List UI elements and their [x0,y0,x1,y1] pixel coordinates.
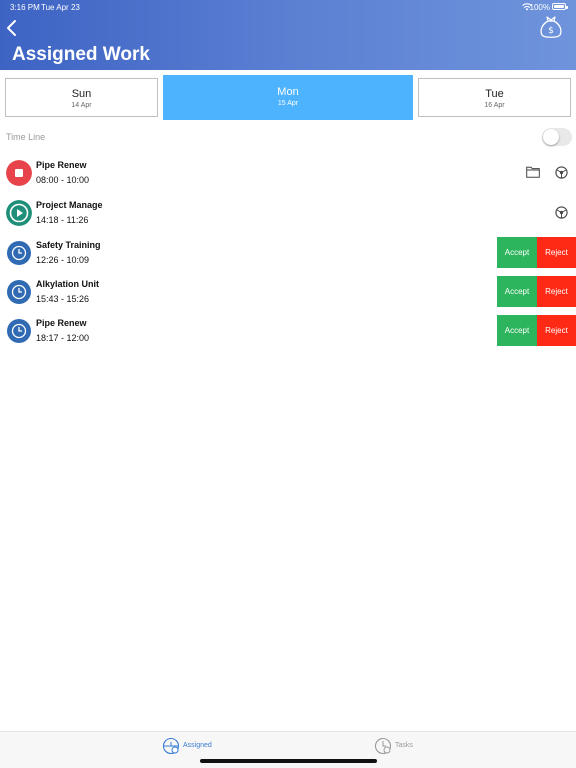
tab-label: Assigned [183,742,212,749]
task-name: Pipe Renew [36,318,87,328]
day-name: Tue [485,88,504,100]
tasks-clock-icon [374,737,392,755]
task-name: Alkylation Unit [36,279,100,289]
assigned-clock-icon [162,737,180,755]
day-tab-tue[interactable]: Tue 16 Apr [418,78,571,117]
gear-icon[interactable] [555,206,568,219]
reject-button[interactable]: Reject [537,276,576,307]
task-name: Safety Training [36,240,101,250]
battery-percent: 100% [529,3,550,12]
battery-icon [552,3,568,10]
timeline-label: Time Line [6,132,46,142]
status-date: Tue Apr 23 [41,3,80,12]
clock-icon [7,319,31,343]
accept-button[interactable]: Accept [497,315,537,346]
task-row[interactable]: Safety Training 12:26 - 10:09 Accept Rej… [0,237,576,269]
reject-button[interactable]: Reject [537,315,576,346]
money-bag-icon[interactable]: $ [538,14,564,40]
task-name: Project Manage [36,200,103,210]
accept-button[interactable]: Accept [497,237,537,268]
clock-icon [7,241,31,265]
header-bar: 3:16 PM Tue Apr 23 100% Assigned Work $ [0,0,576,70]
reject-button[interactable]: Reject [537,237,576,268]
accept-button[interactable]: Accept [497,276,537,307]
toggle-knob [543,129,559,145]
day-name: Mon [277,86,299,98]
day-selector: Sun 14 Apr Mon 15 Apr Tue 16 Apr [0,75,576,121]
day-name: Sun [71,88,92,100]
task-time: 15:43 - 15:26 [36,294,90,304]
gear-icon[interactable] [555,166,568,179]
task-row[interactable]: Pipe Renew 18:17 - 12:00 Accept Reject [0,315,576,347]
task-time: 12:26 - 10:09 [36,255,90,265]
tab-assigned[interactable]: Assigned [162,737,222,757]
chevron-left-icon[interactable] [4,18,20,38]
task-time: 18:17 - 12:00 [36,333,90,343]
day-tab-mon[interactable]: Mon 15 Apr [163,75,413,120]
day-date: 16 Apr [484,102,505,109]
tab-tasks[interactable]: Tasks [374,737,424,757]
task-row[interactable]: Project Manage 14:18 - 11:26 [0,197,576,229]
stop-icon[interactable] [6,160,32,186]
task-row[interactable]: Alkylation Unit 15:43 - 15:26 Accept Rej… [0,276,576,308]
timeline-toggle[interactable] [542,128,572,146]
svg-text:$: $ [548,26,554,36]
play-icon[interactable] [6,200,32,226]
status-time: 3:16 PM [10,3,40,12]
clock-icon [7,280,31,304]
task-time: 08:00 - 10:00 [36,175,90,185]
task-row[interactable]: Pipe Renew 08:00 - 10:00 [0,157,576,189]
day-tab-sun[interactable]: Sun 14 Apr [5,78,158,117]
day-date: 15 Apr [277,100,299,107]
page-title: Assigned Work [12,44,150,65]
folder-icon[interactable] [526,166,540,178]
day-date: 14 Apr [71,102,92,109]
home-indicator [200,759,377,763]
status-bar: 3:16 PM Tue Apr 23 100% [0,0,576,14]
task-time: 14:18 - 11:26 [36,215,89,225]
task-name: Pipe Renew [36,160,87,170]
tab-label: Tasks [395,742,413,749]
